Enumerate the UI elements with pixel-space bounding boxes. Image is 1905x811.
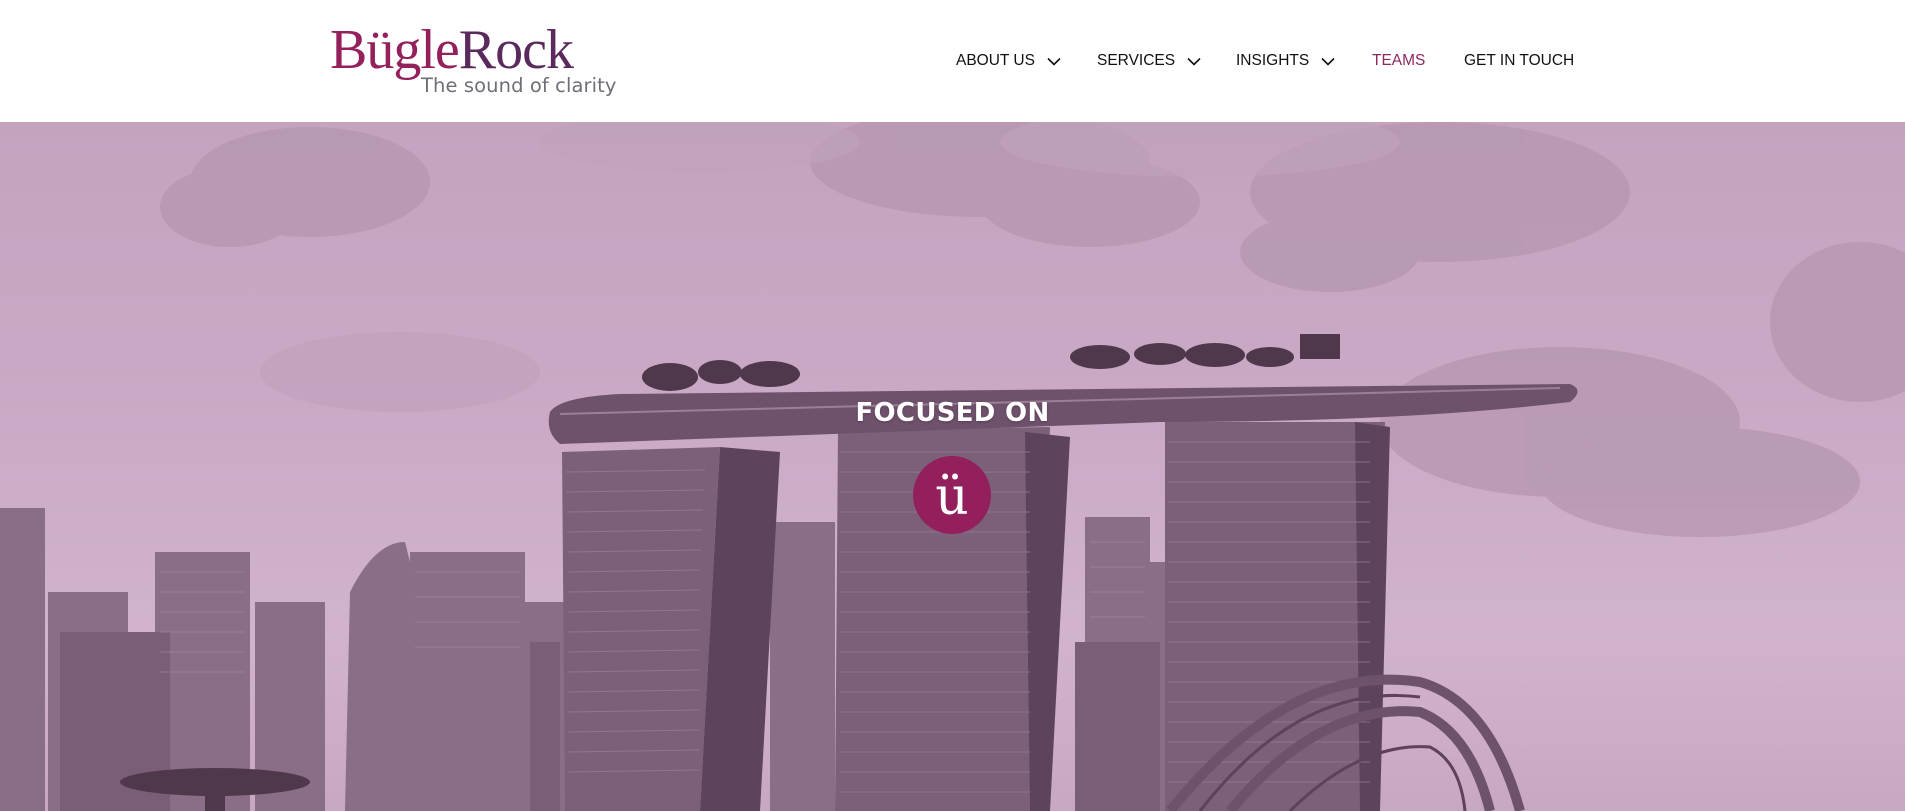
- nav-services[interactable]: SERVICES: [1097, 50, 1201, 72]
- chevron-down-icon: [1187, 57, 1201, 66]
- chevron-down-icon: [1047, 57, 1061, 66]
- nav-about-us-label: ABOUT US: [956, 52, 1035, 69]
- nav-teams-label: TEAMS: [1372, 52, 1426, 69]
- brand-badge-icon: ü: [913, 456, 991, 534]
- main-navigation: ABOUT US SERVICES INSIGHTS TEAMS GET IN …: [0, 0, 1905, 122]
- hero-section: FOCUSED ON ü: [0, 122, 1905, 811]
- chevron-down-icon: [1321, 57, 1335, 66]
- nav-services-label: SERVICES: [1097, 52, 1176, 69]
- nav-teams[interactable]: TEAMS: [1372, 50, 1425, 72]
- nav-get-in-touch-label: GET IN TOUCH: [1464, 52, 1575, 69]
- nav-insights[interactable]: INSIGHTS: [1236, 50, 1335, 72]
- hero-title: FOCUSED ON: [855, 398, 1050, 428]
- site-header: BügleRock The sound of clarity ABOUT US …: [0, 0, 1905, 122]
- nav-about-us[interactable]: ABOUT US: [956, 50, 1061, 72]
- badge-glyph: ü: [935, 467, 969, 527]
- nav-insights-label: INSIGHTS: [1236, 52, 1310, 69]
- nav-get-in-touch[interactable]: GET IN TOUCH: [1464, 50, 1574, 72]
